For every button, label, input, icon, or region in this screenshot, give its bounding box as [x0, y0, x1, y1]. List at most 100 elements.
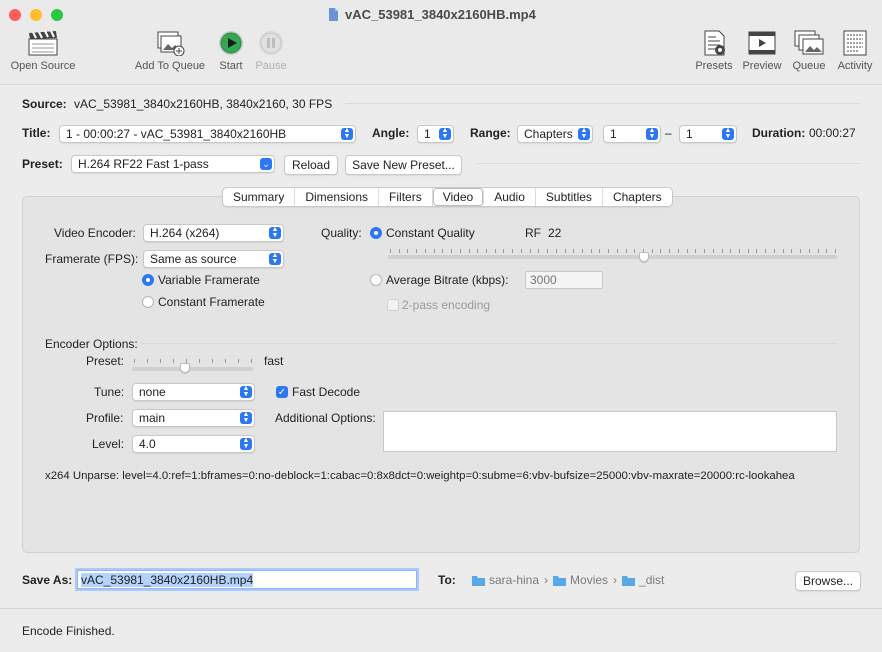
video-encoder-select[interactable]: H.264 (x264) ▲ ▼ [143, 224, 284, 242]
range-type-select[interactable]: Chapters ▲ ▼ [517, 125, 593, 143]
range-start-select[interactable]: 1 ▲ ▼ [603, 125, 661, 143]
range-end-value: 1 [686, 127, 693, 141]
destination-label: To: [438, 573, 456, 587]
slider-tick [495, 249, 496, 253]
slider-tick [199, 359, 200, 363]
tune-select[interactable]: none ▲ ▼ [132, 383, 255, 401]
divider [140, 343, 837, 344]
updown-arrows-icon: ▲ ▼ [646, 127, 658, 140]
presets-button[interactable]: Presets [693, 30, 735, 72]
slider-tick [486, 249, 487, 253]
angle-select[interactable]: 1 ▲ ▼ [417, 125, 454, 143]
preset-select[interactable]: H.264 RF22 Fast 1-pass ⌄ [71, 155, 275, 173]
slider-tick [826, 249, 827, 253]
activity-label: Activity [837, 60, 873, 72]
tab-subtitles[interactable]: Subtitles [536, 188, 603, 206]
framerate-select[interactable]: Same as source ▲ ▼ [143, 250, 284, 268]
video-encoder-value: H.264 (x264) [150, 226, 220, 240]
fast-decode-checkbox[interactable]: ✓ [276, 386, 288, 398]
range-dash: – [665, 126, 672, 140]
profile-label: Profile: [86, 411, 124, 425]
encoder-preset-slider[interactable] [132, 367, 253, 371]
add-photos-icon [157, 31, 185, 56]
quality-slider[interactable] [388, 255, 837, 259]
destination-path[interactable]: sara-hina › Movies › _dist [472, 573, 664, 587]
fast-decode-label: Fast Decode [292, 385, 361, 399]
tab-summary[interactable]: Summary [223, 188, 296, 206]
slider-tick [425, 249, 426, 253]
zoom-window-button[interactable] [51, 9, 63, 21]
divider [345, 103, 860, 104]
additional-options-input[interactable] [383, 411, 837, 452]
slider-tick [521, 249, 522, 253]
minimize-window-button[interactable] [30, 9, 42, 21]
constant-framerate-radio[interactable] [142, 296, 154, 308]
open-source-button[interactable]: Open Source [8, 30, 78, 72]
folder-icon [553, 575, 567, 586]
document-icon [329, 8, 338, 21]
path-segment-user: sara-hina [489, 573, 540, 587]
tab-video[interactable]: Video [432, 188, 485, 206]
range-start-value: 1 [610, 127, 617, 141]
window-toolbar: vAC_53981_3840x2160HB.mp4 Open Source Ad… [0, 0, 882, 85]
average-bitrate-radio[interactable] [370, 274, 382, 286]
level-select[interactable]: 4.0 ▲ ▼ [132, 435, 255, 453]
path-segment-dist: _dist [639, 573, 665, 587]
folder-icon [472, 575, 485, 586]
save-as-input[interactable]: vAC_53981_3840x2160HB.mp4 [77, 570, 417, 589]
slider-tick [407, 249, 408, 253]
slider-tick [477, 249, 478, 253]
updown-arrows-icon: ▲ ▼ [240, 411, 252, 424]
browse-button[interactable]: Browse... [795, 571, 861, 591]
slider-tick [390, 249, 391, 253]
constant-framerate-label: Constant Framerate [158, 295, 265, 309]
two-pass-checkbox[interactable] [387, 299, 399, 311]
tab-dimensions[interactable]: Dimensions [295, 188, 380, 206]
title-select[interactable]: 1 - 00:00:27 - vAC_53981_3840x2160HB ▲ ▼ [59, 125, 356, 143]
range-end-select[interactable]: 1 ▲ ▼ [679, 125, 737, 143]
play-icon [219, 31, 243, 55]
tab-filters[interactable]: Filters [379, 188, 433, 206]
slider-tick [469, 249, 470, 253]
slider-tick [442, 249, 443, 253]
slider-tick [626, 249, 627, 253]
preview-button[interactable]: Preview [741, 30, 783, 72]
reload-button[interactable]: Reload [284, 155, 338, 175]
profile-select[interactable]: main ▲ ▼ [132, 409, 255, 427]
constant-quality-radio[interactable] [370, 227, 382, 239]
start-button[interactable]: Start [213, 30, 249, 72]
quality-slider-knob[interactable] [638, 252, 649, 262]
slider-tick [835, 249, 836, 253]
slider-tick [695, 249, 696, 253]
presets-icon [704, 30, 725, 56]
pause-button[interactable]: Pause [253, 30, 289, 72]
activity-button[interactable]: Activity [834, 30, 876, 72]
slider-tick [582, 249, 583, 253]
window-title: vAC_53981_3840x2160HB.mp4 [345, 7, 536, 22]
close-window-button[interactable] [9, 9, 21, 21]
encoder-options-label: Encoder Options: [45, 337, 138, 351]
encoder-preset-label: Preset: [86, 354, 125, 368]
slider-tick [565, 249, 566, 253]
updown-arrows-icon: ▲ ▼ [341, 127, 353, 140]
variable-framerate-label: Variable Framerate [158, 273, 260, 287]
add-to-queue-button[interactable]: Add To Queue [133, 30, 207, 72]
slider-tick [800, 249, 801, 253]
tab-audio[interactable]: Audio [484, 188, 536, 206]
tab-chapters[interactable]: Chapters [603, 188, 672, 206]
bitrate-input[interactable] [525, 271, 603, 289]
slider-tick [591, 249, 592, 253]
slider-tick [573, 249, 574, 253]
updown-arrows-icon: ▲ ▼ [269, 252, 281, 265]
slider-tick [809, 249, 810, 253]
title-label: Title: [22, 126, 51, 140]
encoder-preset-value: fast [264, 354, 284, 368]
variable-framerate-radio[interactable] [142, 274, 154, 286]
framerate-value: Same as source [150, 252, 237, 266]
save-new-preset-button[interactable]: Save New Preset... [345, 155, 462, 175]
angle-select-value: 1 [424, 127, 431, 141]
slider-tick [460, 249, 461, 253]
queue-button[interactable]: Queue [789, 30, 829, 72]
updown-arrows-icon: ▲ ▼ [240, 385, 252, 398]
open-source-label: Open Source [10, 60, 76, 72]
